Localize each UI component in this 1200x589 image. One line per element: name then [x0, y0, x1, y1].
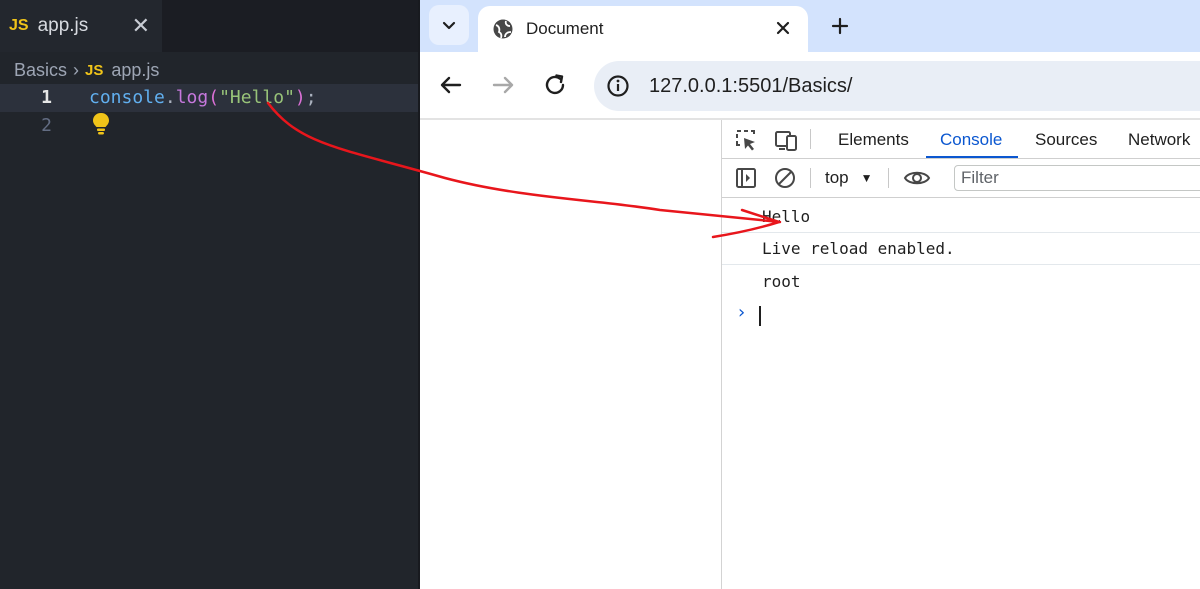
console-input-caret[interactable] [759, 306, 761, 326]
new-tab-button[interactable] [820, 6, 860, 46]
devtools-panel: Elements Console Sources Network top ▼ F… [721, 120, 1200, 589]
sidebar-toggle-icon[interactable] [734, 166, 758, 190]
address-bar[interactable]: 127.0.0.1:5501/Basics/ [594, 61, 1200, 111]
js-file-icon: JS [9, 17, 29, 34]
eye-icon[interactable] [903, 166, 931, 190]
reload-icon[interactable] [542, 72, 568, 98]
console-message[interactable]: Live reload enabled. [722, 233, 1200, 265]
globe-icon [493, 19, 513, 39]
editor-tab-label: app.js [37, 15, 89, 36]
tab-elements[interactable]: Elements [838, 120, 909, 158]
caret-down-icon: ▼ [860, 171, 873, 185]
js-file-icon: JS [85, 61, 104, 79]
browser-toolbar: 127.0.0.1:5501/Basics/ [420, 52, 1200, 118]
clear-console-icon[interactable] [773, 166, 797, 190]
code-text: console.log("Hello"); [89, 87, 317, 108]
back-arrow-icon[interactable] [438, 72, 464, 98]
toolbar-separator [810, 168, 811, 188]
code-line[interactable]: 2 [0, 112, 418, 140]
tab-strip: Document [420, 0, 1200, 52]
console-prompt-icon: › [736, 302, 747, 323]
plus-icon [831, 17, 849, 35]
console-toolbar: top ▼ [722, 159, 1200, 198]
code-editor: JS app.js ✕ Basics › JS app.js 1 console… [0, 0, 418, 589]
tab-title: Document [526, 19, 604, 38]
lightbulb-icon[interactable] [91, 112, 111, 136]
context-selector[interactable]: top ▼ [825, 159, 873, 197]
site-info-icon[interactable] [605, 73, 631, 99]
close-icon[interactable]: ✕ [132, 13, 150, 39]
breadcrumb-file[interactable]: app.js [111, 60, 159, 81]
line-number: 1 [41, 87, 52, 108]
line-number: 2 [41, 115, 52, 136]
filter-input[interactable] [954, 165, 1200, 191]
close-icon[interactable] [772, 17, 794, 39]
page-viewport[interactable] [420, 120, 721, 589]
inspect-element-icon[interactable] [734, 128, 758, 152]
editor-tab-bar: JS app.js ✕ [0, 0, 418, 52]
context-label: top [825, 168, 849, 187]
code-line[interactable]: 1 console.log("Hello"); [0, 84, 418, 112]
chevron-right-icon: › [73, 59, 80, 80]
editor-tab-app-js[interactable]: JS app.js ✕ [0, 0, 162, 52]
tab-network[interactable]: Network [1128, 120, 1190, 158]
browser-tab[interactable]: Document [478, 6, 808, 52]
breadcrumb: Basics › JS app.js [14, 56, 159, 84]
chevron-down-icon [442, 21, 456, 30]
browser-window: Document 127.0.0.1:5501/Basics/ Elements… [420, 0, 1200, 589]
toolbar-separator [810, 129, 811, 149]
device-toolbar-icon[interactable] [774, 128, 798, 152]
tab-search-button[interactable] [429, 5, 469, 45]
console-message[interactable]: root [722, 266, 1200, 298]
forward-arrow-icon[interactable] [490, 72, 516, 98]
url-text[interactable]: 127.0.0.1:5501/Basics/ [649, 75, 852, 98]
devtools-tab-bar: Elements Console Sources Network [722, 120, 1200, 159]
console-message[interactable]: Hello [722, 201, 1200, 233]
tab-console[interactable]: Console [925, 120, 1019, 158]
breadcrumb-folder[interactable]: Basics [14, 60, 67, 81]
toolbar-separator [888, 168, 889, 188]
tab-sources[interactable]: Sources [1035, 120, 1097, 158]
